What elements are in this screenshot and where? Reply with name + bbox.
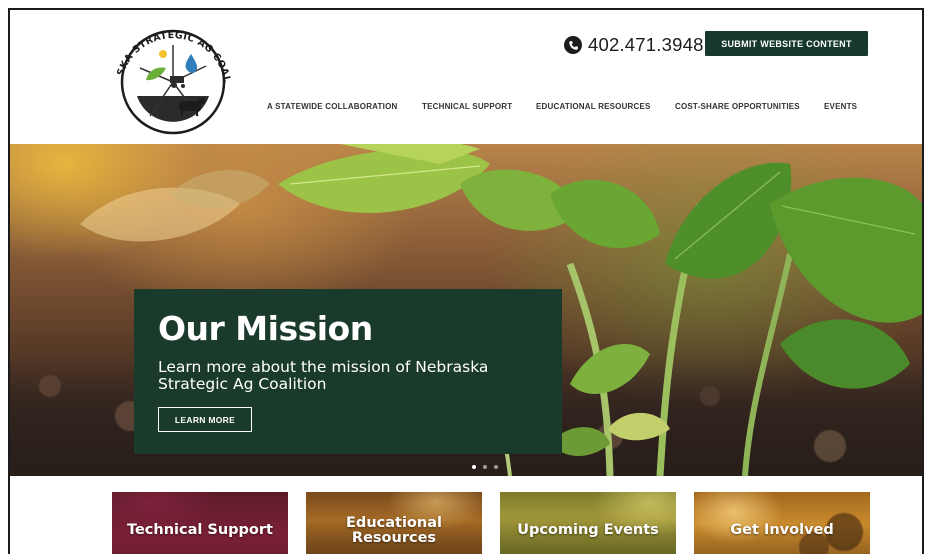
hero-slider: Our Mission Learn more about the mission… (10, 144, 922, 476)
submit-website-content-button[interactable]: SUBMIT WEBSITE CONTENT (705, 31, 868, 56)
card-upcoming-events[interactable]: Upcoming Events (500, 492, 676, 554)
phone-contact[interactable]: 402.471.3948 (564, 33, 704, 57)
card-educational-resources-label: Educational Resources (346, 514, 442, 546)
site-logo[interactable]: NEBRASKA STRATEGIC AG COALITION (108, 18, 238, 136)
mission-callout: Our Mission Learn more about the mission… (134, 289, 562, 454)
slider-pagination (472, 465, 498, 469)
slider-dot-2[interactable] (483, 465, 487, 469)
site-header: NEBRASKA STRATEGIC AG COALITION 402.471.… (10, 10, 922, 144)
card-upcoming-events-label: Upcoming Events (517, 522, 659, 539)
card-technical-support-label: Technical Support (127, 522, 273, 539)
browser-viewport: NEBRASKA STRATEGIC AG COALITION 402.471.… (8, 8, 924, 554)
card-get-involved-label: Get Involved (730, 522, 834, 539)
nav-item-events[interactable]: EVENTS (824, 102, 857, 111)
feature-cards: Technical Support Educational Resources … (10, 476, 922, 554)
nav-item-educational-resources[interactable]: EDUCATIONAL RESOURCES (536, 102, 651, 111)
logo-graphic: NEBRASKA STRATEGIC AG COALITION (108, 18, 232, 135)
learn-more-button[interactable]: LEARN MORE (158, 407, 252, 432)
phone-number[interactable]: 402.471.3948 (588, 34, 704, 56)
slider-dot-3[interactable] (494, 465, 498, 469)
nav-item-statewide-collaboration[interactable]: A STATEWIDE COLLABORATION (267, 102, 397, 111)
card-get-involved[interactable]: Get Involved (694, 492, 870, 554)
slider-dot-1[interactable] (472, 465, 476, 469)
card-educational-resources[interactable]: Educational Resources (306, 492, 482, 554)
nav-item-cost-share-opportunities[interactable]: COST-SHARE OPPORTUNITIES (675, 102, 800, 111)
main-nav: A STATEWIDE COLLABORATION TECHNICAL SUPP… (10, 102, 922, 116)
phone-icon (564, 36, 582, 54)
mission-title: Our Mission (158, 309, 373, 348)
nav-item-technical-support[interactable]: TECHNICAL SUPPORT (422, 102, 512, 111)
card-technical-support[interactable]: Technical Support (112, 492, 288, 554)
mission-description: Learn more about the mission of Nebraska… (158, 358, 489, 393)
